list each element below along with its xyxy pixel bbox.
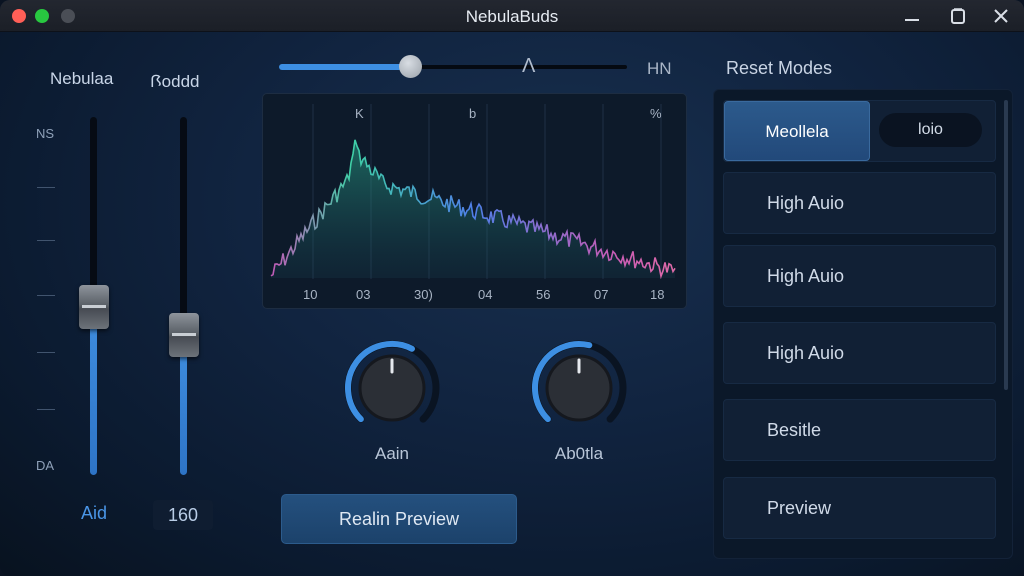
- scale-top-label: NS: [36, 126, 55, 141]
- right-slider-value: 160: [153, 500, 213, 530]
- right-slider-track[interactable]: [180, 117, 187, 475]
- mode-item-label: High Auio: [767, 266, 845, 286]
- mode-item[interactable]: High Auio: [723, 245, 996, 307]
- scale-tick: [37, 409, 55, 410]
- graph-x-label: 03: [356, 287, 371, 302]
- scale-tick: [37, 240, 55, 241]
- top-slider-fill: [279, 64, 410, 70]
- modes-scrollbar[interactable]: [1004, 100, 1008, 390]
- graph-x-label: 30): [414, 287, 433, 302]
- spectrum-area: [271, 139, 675, 278]
- mode-item-label: High Auio: [767, 193, 845, 213]
- left-slider-label: Nebulaa: [50, 69, 114, 88]
- top-slider-marker: Λ: [522, 55, 536, 77]
- mode-item[interactable]: High Auio: [723, 172, 996, 234]
- preview-button[interactable]: Realin Preview: [281, 494, 517, 544]
- mode-item[interactable]: Preview: [723, 477, 996, 539]
- maximize-icon[interactable]: [946, 4, 970, 28]
- mode-item[interactable]: Besitle: [723, 399, 996, 461]
- scale-bottom-label: DA: [36, 458, 55, 473]
- window-title: NebulaBuds: [465, 7, 559, 26]
- minimize-icon[interactable]: [900, 4, 924, 28]
- mode-item-label: Preview: [767, 498, 832, 518]
- mode-item-label: High Auio: [767, 343, 845, 363]
- graph-x-label: 04: [478, 287, 493, 302]
- spectrum-plot: [270, 104, 676, 280]
- scale-tick: [37, 187, 55, 188]
- top-slider-thumb[interactable]: [399, 55, 422, 78]
- gain-knob[interactable]: [342, 338, 442, 438]
- graph-top-label: K: [355, 106, 364, 121]
- graph-x-label: 07: [594, 287, 609, 302]
- right-slider-thumb[interactable]: [169, 313, 199, 357]
- second-knob-label: Ab0tla: [554, 444, 604, 463]
- graph-top-label: %: [650, 106, 662, 121]
- gain-knob-label: Aain: [374, 444, 410, 463]
- graph-x-label: 18: [650, 287, 665, 302]
- graph-x-label: 56: [536, 287, 551, 302]
- mode-pill-button[interactable]: loio: [879, 113, 982, 147]
- spectrum-graph: K b % 10 03 30) 04 56 07 18: [262, 93, 687, 309]
- right-slider-label: Ꟗoddd: [150, 72, 200, 91]
- left-slider-fill: [90, 307, 97, 475]
- second-knob[interactable]: [529, 338, 629, 438]
- scale-tick: [37, 352, 55, 353]
- left-slider-value: Aid: [80, 503, 107, 523]
- title-bar: NebulaBuds: [0, 0, 1024, 32]
- top-slider-end-label: HN: [647, 59, 672, 78]
- modes-panel-title: Reset Modes: [726, 58, 833, 78]
- mode-item-label: Besitle: [767, 420, 822, 440]
- app-window: NebulaBuds Nebulaa Ꟗoddd NS DA Aid 160 Λ…: [0, 0, 1024, 576]
- graph-x-label: 10: [303, 287, 318, 302]
- scale-tick: [37, 295, 55, 296]
- mode-item[interactable]: High Auio: [723, 322, 996, 384]
- mode-item-active[interactable]: Meollela: [724, 101, 870, 161]
- left-slider-thumb[interactable]: [79, 285, 109, 329]
- graph-top-label: b: [469, 106, 477, 121]
- close-icon[interactable]: [989, 4, 1013, 28]
